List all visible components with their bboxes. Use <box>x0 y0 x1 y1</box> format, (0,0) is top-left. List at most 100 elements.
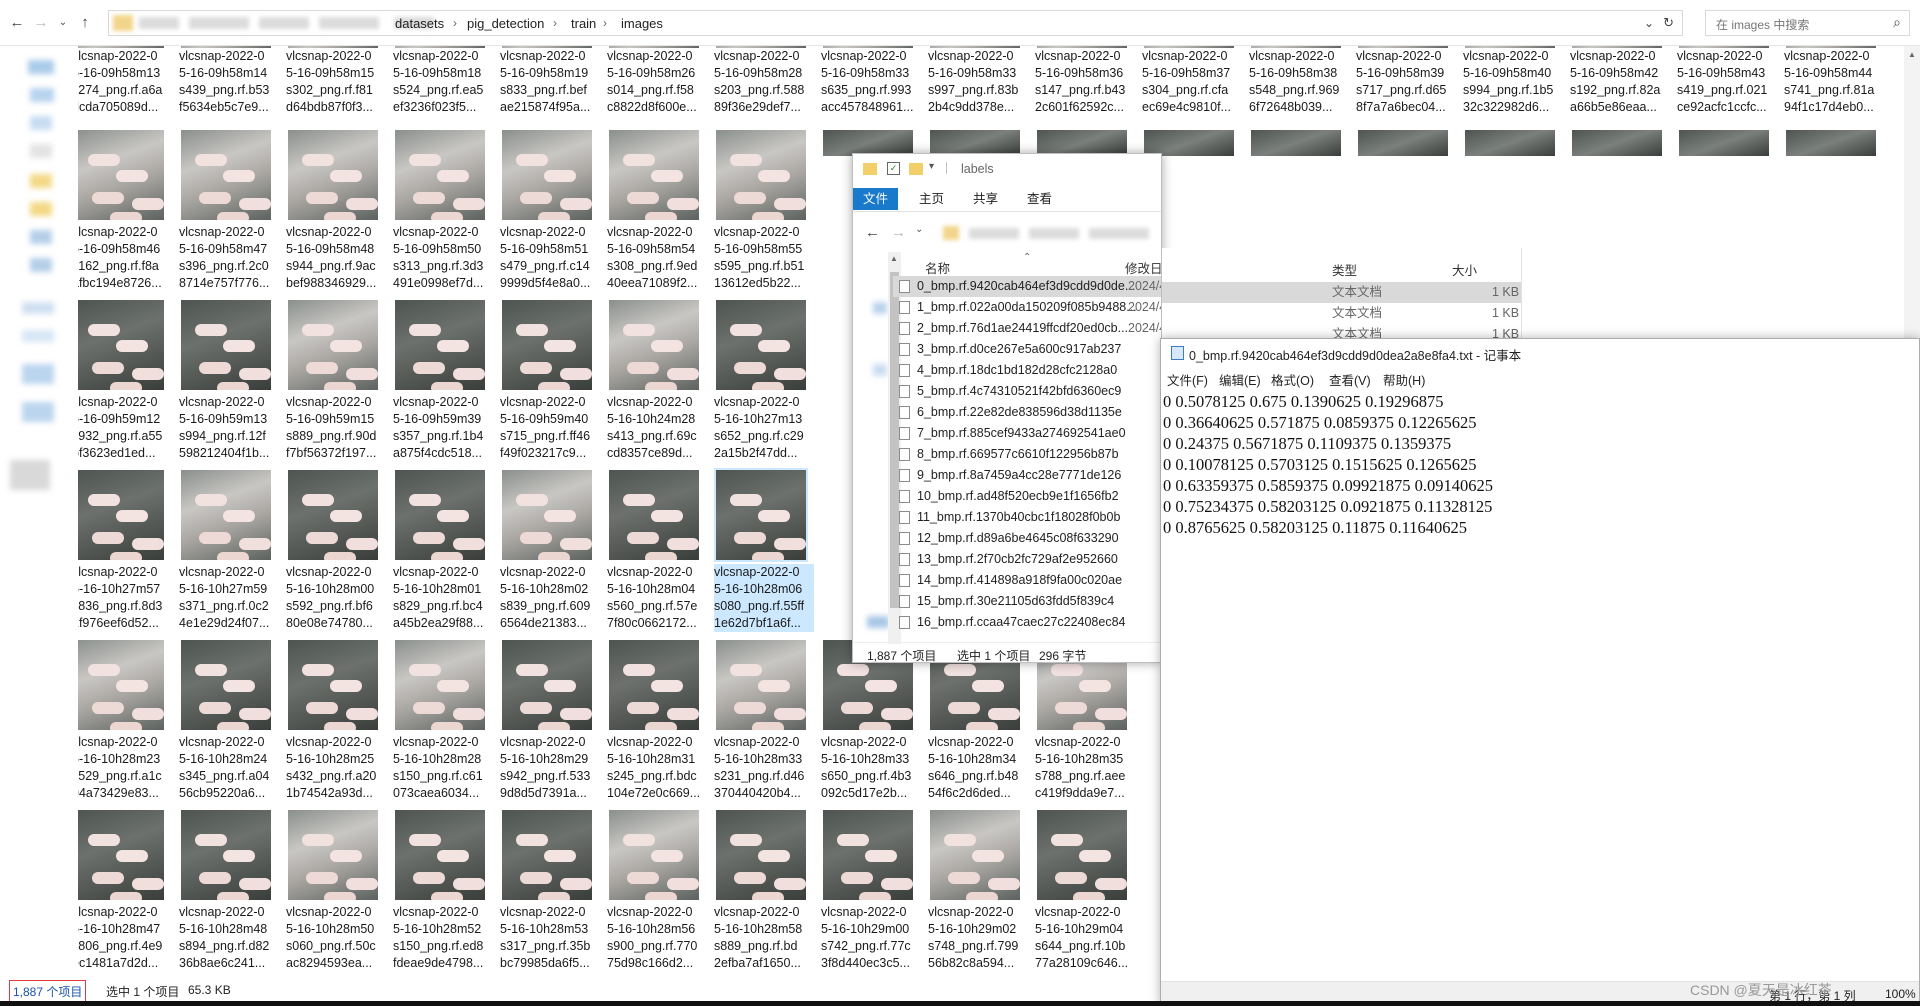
recent-dropdown-icon[interactable]: ⌄ <box>915 224 923 235</box>
file-name: vlcsnap-2022-0 5-16-09h58m46 s162_png.rf… <box>78 225 162 290</box>
tab-home[interactable]: 主页 <box>909 188 954 210</box>
notepad-window: 0_bmp.rf.9420cab464ef3d9cdd9d0dea2a8e8fa… <box>1160 338 1920 1006</box>
file-size: 1 KB <box>1492 306 1520 320</box>
image-thumbnail[interactable] <box>1465 130 1555 156</box>
back-arrow-icon[interactable]: ← <box>8 14 26 32</box>
file-name: 7_bmp.rf.885cef9433a274692541ae0 <box>917 426 1126 440</box>
image-thumbnail <box>1037 810 1127 900</box>
scroll-up-icon[interactable]: ▲ <box>1908 50 1916 59</box>
new-folder-icon[interactable] <box>909 163 923 175</box>
tab-view[interactable]: 查看 <box>1017 188 1062 210</box>
image-thumbnail[interactable] <box>1358 130 1448 156</box>
text-file-icon <box>899 616 910 629</box>
image-thumbnail <box>930 810 1020 900</box>
image-thumbnail[interactable] <box>1786 130 1876 156</box>
up-arrow-icon[interactable]: ↑ <box>76 14 94 32</box>
properties-icon[interactable]: ✓ <box>887 162 900 175</box>
text-editor[interactable]: 0 0.5078125 0.675 0.1390625 0.19296875 0 … <box>1163 391 1903 538</box>
file-name: 9_bmp.rf.8a7459a4cc28e7771de126 <box>917 468 1122 482</box>
item-count: 1,887 个项目 <box>9 980 87 1003</box>
selected-size: 296 字节 <box>1039 649 1087 663</box>
file-name: vlcsnap-2022-0 5-16-10h28m50 s060_png.rf… <box>286 905 376 970</box>
address-breadcrumb[interactable]: datasets › pig_detection › train › image… <box>108 10 1683 36</box>
image-thumbnail <box>716 300 806 390</box>
image-thumbnail[interactable] <box>1251 130 1341 156</box>
annotation-line: 0 0.63359375 0.5859375 0.09921875 0.0914… <box>1163 476 1493 495</box>
image-thumbnail <box>716 810 806 900</box>
file-row[interactable]: 13_bmp.rf.2f70cb2fc729af2e952660 <box>893 549 1161 570</box>
menu-help[interactable]: 帮助(H) <box>1383 370 1425 389</box>
image-thumbnail[interactable] <box>1679 130 1769 156</box>
title-separator: | <box>945 160 949 174</box>
file-row[interactable]: 2_bmp.rf.76d1ae24419ffcdf20ed0cb... 2024/… <box>893 318 1161 339</box>
menu-edit[interactable]: 编辑(E) <box>1219 370 1261 389</box>
refresh-icon[interactable]: ↻ <box>1663 15 1674 31</box>
image-thumbnail <box>502 130 592 220</box>
image-thumbnail <box>609 640 699 730</box>
file-row[interactable]: 6_bmp.rf.22e82de838596d38d1135e <box>893 402 1161 423</box>
search-icon[interactable]: ⌕ <box>1893 14 1901 31</box>
file-name: vlcsnap-2022-0 5-16-10h28m31 s245_png.rf… <box>607 735 701 800</box>
forward-arrow-icon[interactable]: → <box>891 224 906 241</box>
file-row[interactable]: 11_bmp.rf.1370b40cbc1f18028f0b0b <box>893 507 1161 528</box>
file-name: vlcsnap-2022-0 5-16-09h58m19 s833_png.rf… <box>500 49 591 114</box>
file-name: vlcsnap-2022-0 5-16-10h28m29 s942_png.rf… <box>500 735 591 800</box>
file-row-details[interactable]: 文本文档 1 KB <box>1162 303 1521 324</box>
file-name: vlcsnap-2022-0 5-16-10h28m23 s529_png.rf… <box>78 735 162 800</box>
menu-format[interactable]: 格式(O) <box>1271 370 1314 389</box>
file-row[interactable]: 3_bmp.rf.d0ce267e5a600c917ab237 <box>893 339 1161 360</box>
status-bar: 1,887 个项目 选中 1 个项目 296 字节 <box>853 642 1161 663</box>
text-file-icon <box>899 448 910 461</box>
file-row[interactable]: 14_bmp.rf.414898a918f9fa00c020ae <box>893 570 1161 591</box>
selected-count: 选中 1 个项目 <box>106 985 180 999</box>
image-thumbnail <box>395 470 485 560</box>
file-row[interactable]: 8_bmp.rf.669577c6610f122956b87b <box>893 444 1161 465</box>
file-row[interactable]: 0_bmp.rf.9420cab464ef3d9cdd9d0de... 2024/… <box>893 276 1161 297</box>
file-row[interactable]: 1_bmp.rf.022a00da150209f085b9488... 2024/… <box>893 297 1161 318</box>
file-name: vlcsnap-2022-0 5-16-09h58m55 s595_png.rf… <box>714 225 805 290</box>
quick-access-dropdown-icon[interactable]: ▾ <box>929 161 934 172</box>
file-name: vlcsnap-2022-0 5-16-09h58m36 s147_png.rf… <box>1035 49 1126 114</box>
image-thumbnail <box>502 470 592 560</box>
file-row[interactable]: 16_bmp.rf.ccaa47caec27c22408ec84 <box>893 612 1161 633</box>
file-row[interactable]: 9_bmp.rf.8a7459a4cc28e7771de126 <box>893 465 1161 486</box>
file-row[interactable]: 12_bmp.rf.d89a6be4645c08f633290 <box>893 528 1161 549</box>
file-row[interactable]: 7_bmp.rf.885cef9433a274692541ae0 <box>893 423 1161 444</box>
recent-dropdown-icon[interactable]: ⌄ <box>54 14 72 32</box>
file-row[interactable]: 5_bmp.rf.4c74310521f42bfd6360ec9 <box>893 381 1161 402</box>
ribbon-tabs: 文件 主页 共享 查看 <box>853 184 1161 212</box>
image-thumbnail <box>716 640 806 730</box>
file-row-details[interactable]: 文本文档 1 KB <box>1162 324 1521 338</box>
text-file-icon <box>899 280 910 293</box>
tab-file[interactable]: 文件 <box>853 188 899 210</box>
address-dropdown-icon[interactable]: ⌄ <box>1644 16 1654 30</box>
column-name[interactable]: 名称 <box>925 258 950 277</box>
file-name: vlcsnap-2022-0 5-16-09h58m28 s203_png.rf… <box>714 49 805 114</box>
file-name: 14_bmp.rf.414898a918f9fa00c020ae <box>917 573 1123 587</box>
column-type[interactable]: 类型 <box>1332 260 1357 279</box>
image-thumbnail <box>181 470 271 560</box>
breadcrumb-datasets[interactable]: datasets <box>395 16 444 31</box>
breadcrumb-images[interactable]: images <box>621 16 663 31</box>
file-row-details[interactable]: 文本文档 1 KB <box>1162 282 1521 303</box>
tab-share[interactable]: 共享 <box>963 188 1008 210</box>
file-row[interactable]: 4_bmp.rf.18dc1bd182d28cfc2128a0 <box>893 360 1161 381</box>
menu-file[interactable]: 文件(F) <box>1167 370 1208 389</box>
search-input[interactable]: 在 images 中搜索 ⌕ <box>1705 10 1910 36</box>
text-file-icon <box>899 574 910 587</box>
file-name: vlcsnap-2022-0 5-16-09h59m15 s889_png.rf… <box>286 395 377 460</box>
forward-arrow-icon[interactable]: → <box>32 14 50 32</box>
breadcrumb-train[interactable]: train <box>571 16 596 31</box>
column-size[interactable]: 大小 <box>1452 260 1477 279</box>
image-thumbnail <box>78 130 164 220</box>
breadcrumb-pig-detection[interactable]: pig_detection <box>467 16 544 31</box>
file-name: vlcsnap-2022-0 5-16-10h28m58 s889_png.rf… <box>714 905 803 970</box>
back-arrow-icon[interactable]: ← <box>865 224 880 241</box>
notepad-icon <box>1171 346 1184 360</box>
selected-count: 选中 1 个项目 <box>957 649 1031 663</box>
menu-view[interactable]: 查看(V) <box>1329 370 1371 389</box>
image-thumbnail[interactable] <box>1572 130 1662 156</box>
file-row[interactable]: 10_bmp.rf.ad48f520ecb9e1f1656fb2 <box>893 486 1161 507</box>
file-row[interactable]: 15_bmp.rf.30e21105d63fdd5f839c4 <box>893 591 1161 612</box>
file-name: vlcsnap-2022-0 5-16-10h29m02 s748_png.rf… <box>928 905 1019 970</box>
